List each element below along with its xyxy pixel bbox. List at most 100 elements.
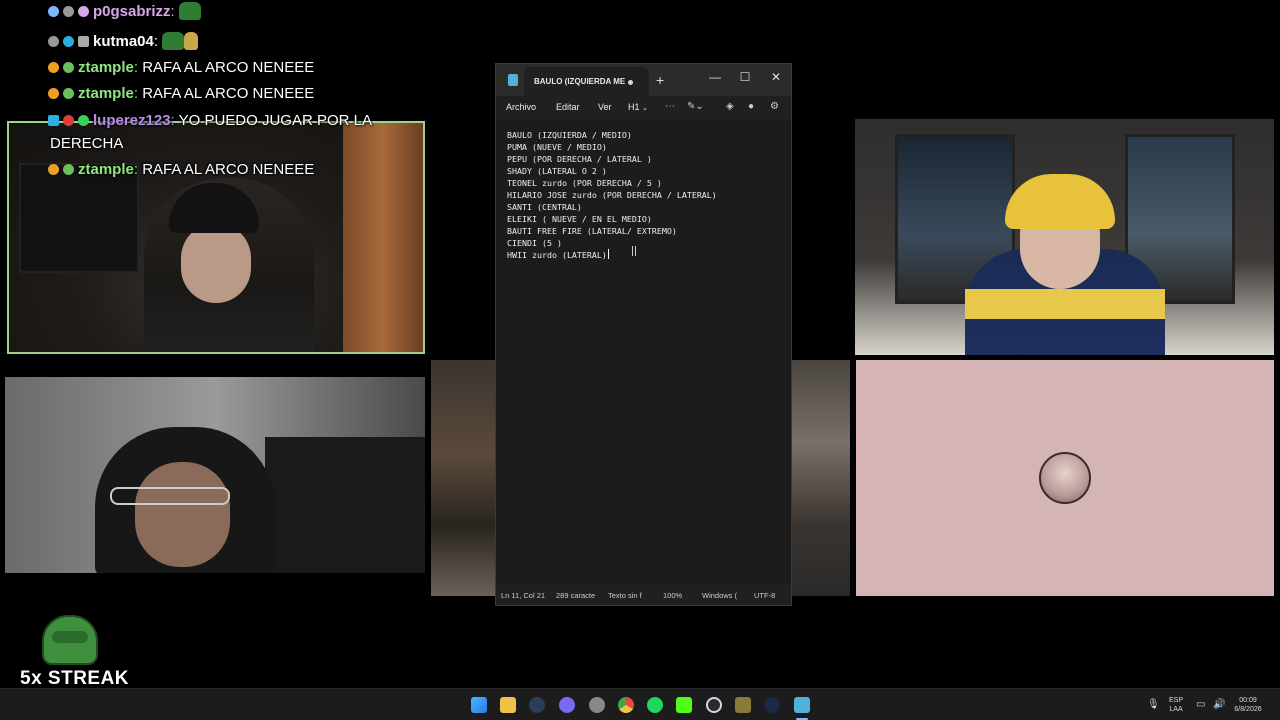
windows-start-icon[interactable] <box>471 697 487 713</box>
badge-icon <box>48 88 59 99</box>
taskbar: 🎙 ESP LAA ▭ 🔊 00:09 6/8/2026 <box>0 688 1280 720</box>
badge-icon <box>63 36 74 47</box>
webcam-bottom-left <box>5 377 425 573</box>
chat-text: RAFA AL ARCO NENEEE <box>142 85 315 102</box>
new-tab-button[interactable]: + <box>656 72 664 88</box>
close-button[interactable]: ✕ <box>769 70 783 84</box>
pepe-emote-icon <box>42 615 98 665</box>
network-icon[interactable]: ▭ <box>1196 699 1205 710</box>
keyboard-layout: LAA <box>1169 706 1183 713</box>
chat-username: ztample <box>78 85 134 102</box>
chat-message: luperez123: YO PUEDO JUGAR POR LA <box>48 111 372 131</box>
clock-time: 00:09 <box>1239 697 1257 704</box>
status-char-count: 289 caracte <box>556 591 596 600</box>
more-icon[interactable]: ⋯ <box>665 101 675 112</box>
pepe-emote-icon <box>178 2 201 20</box>
chat-message: ztample: RAFA AL ARCO NENEEE <box>48 84 314 104</box>
tab-document[interactable]: BAULO (IZQUIERDA ME <box>524 67 649 96</box>
kick-icon[interactable] <box>676 697 692 713</box>
notepad-window[interactable]: BAULO (IZQUIERDA ME + — ☐ ✕ Archivo Edit… <box>495 63 792 606</box>
text-line: BAULO (IZQUIERDA / MEDIO) <box>507 130 632 140</box>
text-line: SANTI (CENTRAL) <box>507 202 582 212</box>
chat-message: p0gsabrizz: <box>48 2 201 22</box>
microphone-icon[interactable]: 🎙 <box>1147 699 1160 710</box>
settings-gear-icon[interactable]: ⚙ <box>770 101 779 112</box>
couch <box>265 437 425 573</box>
chat-message: ztample: RAFA AL ARCO NENEEE <box>48 58 314 78</box>
badge-icon <box>63 88 74 99</box>
badge-icon <box>63 6 74 17</box>
clock[interactable]: 00:09 6/8/2026 <box>1231 696 1265 714</box>
text-line: HILARIO JOSE zurdo (POR DERECHA / LATERA… <box>507 190 717 200</box>
menu-file[interactable]: Archivo <box>506 102 536 112</box>
badge-icon <box>48 164 59 175</box>
spotify-icon[interactable] <box>647 697 663 713</box>
steam-alt-icon[interactable] <box>764 697 780 713</box>
discord-icon[interactable] <box>559 697 575 713</box>
language-code: ESP <box>1169 697 1184 704</box>
chat-username: ztample <box>78 161 134 178</box>
ccleaner-icon[interactable] <box>706 697 722 713</box>
menu-edit[interactable]: Editar <box>556 102 580 112</box>
status-encoding[interactable]: UTF-8 <box>754 591 775 600</box>
status-format[interactable]: Texto sin f <box>608 591 642 600</box>
chat-message-continuation: DERECHA <box>50 134 123 154</box>
chevron-down-icon: ⌄ <box>642 105 648 112</box>
avatar-icon[interactable]: ● <box>748 101 754 112</box>
chrome-icon[interactable] <box>618 697 634 713</box>
background-room-right <box>792 360 850 596</box>
chat-username: ztample <box>78 59 134 76</box>
text-line: SHADY (LATERAL O 2 ) <box>507 166 607 176</box>
badge-icon <box>78 6 89 17</box>
streak-label: 5x STREAK <box>20 668 130 689</box>
avatar <box>1039 452 1091 504</box>
chat-text: RAFA AL ARCO NENEEE <box>142 161 315 178</box>
menu-bar: Archivo Editar Ver H1 ⌄ ⋯ ✎⌄ ◈ ● ⚙ <box>496 96 791 120</box>
menu-view[interactable]: Ver <box>598 102 612 112</box>
maximize-button[interactable]: ☐ <box>738 70 752 84</box>
text-editor[interactable]: BAULO (IZQUIERDA / MEDIO) PUMA (NUEVE / … <box>496 120 791 588</box>
badge-icon <box>63 115 74 126</box>
spotify-alt-icon[interactable] <box>589 697 605 713</box>
chat-message: ztample: RAFA AL ARCO NENEEE <box>48 160 314 180</box>
text-line: PEPU (POR DERECHA / LATERAL ) <box>507 154 652 164</box>
pen-icon[interactable]: ✎⌄ <box>687 101 704 112</box>
pepe-emote-icon <box>162 32 185 50</box>
badge-icon <box>63 62 74 73</box>
heading-label: H1 <box>628 102 640 112</box>
text-caret <box>607 249 609 259</box>
beanie <box>1005 174 1115 229</box>
badge-icon <box>78 115 89 126</box>
background-room-left <box>431 360 495 596</box>
jersey-stripe <box>965 289 1165 319</box>
glasses <box>110 487 230 505</box>
status-line-ending[interactable]: Windows ( <box>702 591 737 600</box>
chat-username: p0gsabrizz <box>93 3 171 20</box>
badge-icon <box>48 36 59 47</box>
webcam-top-right <box>855 119 1274 355</box>
unsaved-dot-icon <box>628 80 633 85</box>
minimize-button[interactable]: — <box>708 70 722 84</box>
language-indicator[interactable]: ESP LAA <box>1169 696 1183 714</box>
clock-date: 6/8/2026 <box>1234 706 1262 713</box>
minecraft-icon[interactable] <box>735 697 751 713</box>
notepad-taskbar-icon[interactable] <box>794 697 810 713</box>
status-bar: Ln 11, Col 21 289 caracte Texto sin f 10… <box>496 585 791 605</box>
status-zoom[interactable]: 100% <box>663 591 682 600</box>
copilot-icon[interactable]: ◈ <box>726 101 734 112</box>
face <box>181 223 251 303</box>
text-line: PUMA (NUEVE / MEDIO) <box>507 142 607 152</box>
title-bar[interactable]: BAULO (IZQUIERDA ME + — ☐ ✕ <box>496 64 791 96</box>
steam-icon[interactable] <box>529 697 545 713</box>
heading-dropdown[interactable]: H1 ⌄ <box>628 102 648 112</box>
badge-icon <box>48 62 59 73</box>
file-explorer-icon[interactable] <box>500 697 516 713</box>
chat-username: kutma04 <box>93 33 154 50</box>
webcam-bottom-right-placeholder <box>856 360 1274 596</box>
text-line: ELEIKI ( NUEVE / EN EL MEDIO) <box>507 214 652 224</box>
volume-icon[interactable]: 🔊 <box>1213 699 1225 710</box>
chat-message: kutma04: <box>48 32 199 52</box>
status-position: Ln 11, Col 21 <box>501 591 546 600</box>
chat-text: DERECHA <box>50 135 124 152</box>
webcam-top-left <box>7 121 425 354</box>
